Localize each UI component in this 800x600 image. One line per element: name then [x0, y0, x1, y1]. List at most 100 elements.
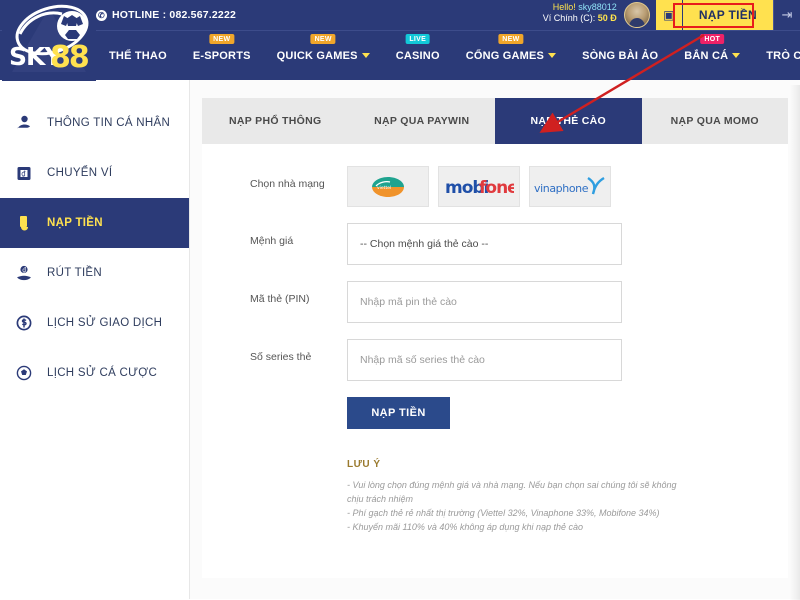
badge-new: NEW — [310, 34, 336, 44]
mobifone-logo-icon: mobi fone — [445, 178, 514, 198]
viettel-logo-icon: viettel — [372, 176, 404, 197]
logout-icon: ⇥ — [781, 7, 793, 22]
wallet-balance: Ví Chính (C): 50 Đ — [543, 13, 617, 24]
svg-text:viettel: viettel — [377, 185, 391, 191]
greeting: Hello! sky88012 — [543, 2, 617, 13]
nav-label: BẮN CÁ — [684, 49, 729, 62]
logout-button[interactable]: ⇥ — [773, 0, 800, 30]
badge-hot: HOT — [700, 34, 725, 44]
sidebar-item-label: LỊCH SỬ GIAO DỊCH — [47, 317, 163, 329]
note-line: - Vui lòng chọn đúng mệnh giá và nhà mạn… — [347, 480, 677, 504]
deposit-panel: NẠP PHỔ THÔNG NẠP QUA PAYWIN NẠP THẺ CÀO… — [202, 98, 788, 578]
main-content: NẠP PHỔ THÔNG NẠP QUA PAYWIN NẠP THẺ CÀO… — [190, 80, 800, 599]
main-nav: THỂ THAO NEW E-SPORTS NEW QUICK GAMES LI… — [0, 30, 800, 80]
wallet-transfer-icon: ₫ — [14, 164, 33, 183]
submit-deposit-button[interactable]: NẠP TIỀN — [347, 397, 450, 429]
bet-history-icon — [14, 364, 33, 383]
denomination-select[interactable]: -- Chọn mệnh giá thẻ cào -- — [347, 223, 622, 265]
nav-label: E-SPORTS — [192, 49, 251, 62]
wallet-button[interactable]: ▣ — [655, 0, 682, 30]
carrier-option-viettel[interactable]: viettel — [347, 166, 429, 207]
page-body: THÔNG TIN CÁ NHÂN ₫ CHUYỂN VÍ NẠP TIỀN ₫… — [0, 80, 800, 599]
recharge-card-form: Chọn nhà mạng viettel mobi fone vinaphon… — [202, 144, 788, 535]
note-title: LƯU Ý — [347, 459, 381, 470]
chevron-down-icon — [732, 53, 741, 58]
tab-nap-the-cao[interactable]: NẠP THẺ CÀO — [495, 98, 642, 144]
sidebar-item-rut-tien[interactable]: ₫ RÚT TIỀN — [0, 248, 189, 298]
sidebar-item-lich-su-ca-cuoc[interactable]: LỊCH SỬ CÁ CƯỢC — [0, 348, 189, 398]
svg-text:vinaphone: vinaphone — [534, 182, 589, 195]
badge-new: NEW — [209, 34, 235, 44]
nav-label: TRÒ CHƠI ẢO — [766, 49, 800, 62]
pin-input[interactable]: Nhập mã pin thẻ cào — [347, 281, 622, 323]
nav-item-song-bai-ao[interactable]: SÒNG BÀI ẢO — [569, 31, 671, 80]
badge-live: LIVE — [405, 34, 431, 44]
site-logo[interactable]: SKY 88 — [2, 0, 96, 81]
vinaphone-logo-icon: vinaphone — [534, 176, 605, 195]
svg-text:fone: fone — [479, 178, 514, 198]
avatar[interactable] — [623, 2, 650, 28]
sidebar-item-label: CHUYỂN VÍ — [47, 167, 113, 179]
transaction-history-icon — [14, 314, 33, 333]
sidebar-item-nap-tien[interactable]: NẠP TIỀN — [0, 198, 189, 248]
carrier-options: viettel mobi fone vinaphone — [347, 166, 611, 207]
user-icon — [14, 114, 33, 133]
tab-nap-qua-paywin[interactable]: NẠP QUA PAYWIN — [348, 98, 495, 144]
carrier-option-vinaphone[interactable]: vinaphone — [529, 166, 611, 207]
sidebar-item-label: RÚT TIỀN — [47, 267, 103, 279]
username: sky88012 — [578, 2, 617, 12]
account-sidebar: THÔNG TIN CÁ NHÂN ₫ CHUYỂN VÍ NẠP TIỀN ₫… — [0, 80, 190, 599]
sidebar-item-thong-tin-ca-nhan[interactable]: THÔNG TIN CÁ NHÂN — [0, 98, 189, 148]
wallet-icon: ▣ — [663, 8, 675, 22]
nav-item-cong-games[interactable]: NEW CỔNG GAMES — [453, 31, 569, 80]
chevron-down-icon — [548, 53, 557, 58]
sidebar-item-chuyen-vi[interactable]: ₫ CHUYỂN VÍ — [0, 148, 189, 198]
pin-label: Mã thẻ (PIN) — [250, 293, 310, 305]
nav-label: SÒNG BÀI ẢO — [582, 49, 659, 62]
serial-label: Số series thẻ — [250, 351, 312, 363]
sidebar-item-label: LỊCH SỬ CÁ CƯỢC — [47, 367, 158, 379]
svg-text:₫: ₫ — [22, 267, 26, 274]
hotline-label: HOTLINE : 082.567.2222 — [112, 9, 237, 21]
serial-input[interactable]: Nhập mã số series thẻ cào — [347, 339, 622, 381]
deposit-hand-icon — [14, 214, 33, 233]
form-row-pin: Mã thẻ (PIN) Nhập mã pin thẻ cào — [202, 281, 788, 323]
account-info: Hello! sky88012 Ví Chính (C): 50 Đ — [543, 0, 624, 30]
sidebar-item-lich-su-giao-dich[interactable]: LỊCH SỬ GIAO DỊCH — [0, 298, 189, 348]
svg-text:88: 88 — [50, 40, 89, 75]
badge-new: NEW — [498, 34, 524, 44]
nav-label: QUICK GAMES — [276, 49, 358, 62]
tab-nap-qua-momo[interactable]: NẠP QUA MOMO — [641, 98, 788, 144]
deposit-tabs: NẠP PHỔ THÔNG NẠP QUA PAYWIN NẠP THẺ CÀO… — [202, 98, 788, 144]
deposit-button[interactable]: NẠP TIỀN — [682, 0, 773, 30]
nav-label: CASINO — [395, 49, 440, 62]
nav-label: THỂ THAO — [109, 49, 167, 62]
carrier-label: Chọn nhà mạng — [250, 178, 325, 190]
tab-nap-pho-thong[interactable]: NẠP PHỔ THÔNG — [202, 98, 349, 144]
top-bar: ✆ HOTLINE : 082.567.2222 Hello! sky88012… — [0, 0, 800, 30]
account-area: Hello! sky88012 Ví Chính (C): 50 Đ ▣ NẠP… — [543, 0, 800, 30]
carrier-option-mobifone[interactable]: mobi fone — [438, 166, 520, 207]
note-section: LƯU Ý - Vui lòng chọn đúng mệnh giá và n… — [202, 459, 788, 535]
nav-item-the-thao[interactable]: THỂ THAO — [96, 31, 180, 80]
nav-item-casino[interactable]: LIVE CASINO — [383, 31, 453, 80]
form-row-serial: Số series thẻ Nhập mã số series thẻ cào — [202, 339, 788, 381]
note-line: - Phí gạch thẻ rẻ nhất thị trường (Viett… — [347, 507, 660, 518]
nav-item-quick-games[interactable]: NEW QUICK GAMES — [264, 31, 383, 80]
sidebar-item-label: THÔNG TIN CÁ NHÂN — [47, 117, 171, 129]
form-row-denomination: Mệnh giá -- Chọn mệnh giá thẻ cào -- — [202, 223, 788, 265]
chevron-down-icon — [361, 53, 370, 58]
denomination-label: Mệnh giá — [250, 235, 294, 247]
form-row-carrier: Chọn nhà mạng viettel mobi fone vinaphon… — [202, 166, 788, 207]
withdraw-hand-icon: ₫ — [14, 264, 33, 283]
nav-item-tro-choi-ao[interactable]: TRÒ CHƠI ẢO — [753, 31, 800, 80]
nav-item-e-sports[interactable]: NEW E-SPORTS — [180, 31, 264, 80]
note-line: - Khuyến mãi 110% và 40% không áp dụng k… — [347, 521, 583, 532]
hotline: ✆ HOTLINE : 082.567.2222 — [96, 9, 236, 21]
nav-item-ban-ca[interactable]: HOT BẮN CÁ — [671, 31, 753, 80]
nav-label: CỔNG GAMES — [465, 49, 545, 62]
wallet-label: Ví Chính (C): — [542, 13, 598, 24]
sidebar-item-label: NẠP TIỀN — [47, 217, 103, 229]
svg-text:₫: ₫ — [21, 170, 26, 178]
wallet-amount: 50 Đ — [597, 13, 617, 24]
